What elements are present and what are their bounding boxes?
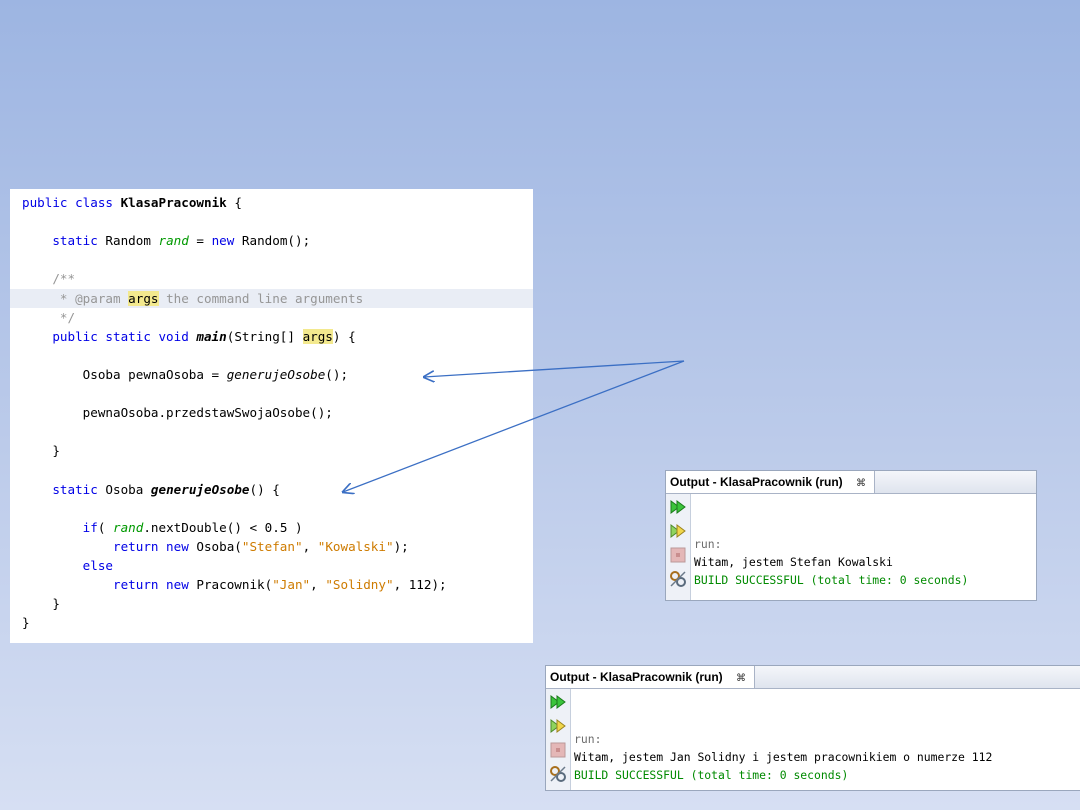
arrow-to-method (343, 360, 685, 492)
arrow-to-call (424, 360, 685, 377)
annotation-arrows (0, 360, 685, 810)
